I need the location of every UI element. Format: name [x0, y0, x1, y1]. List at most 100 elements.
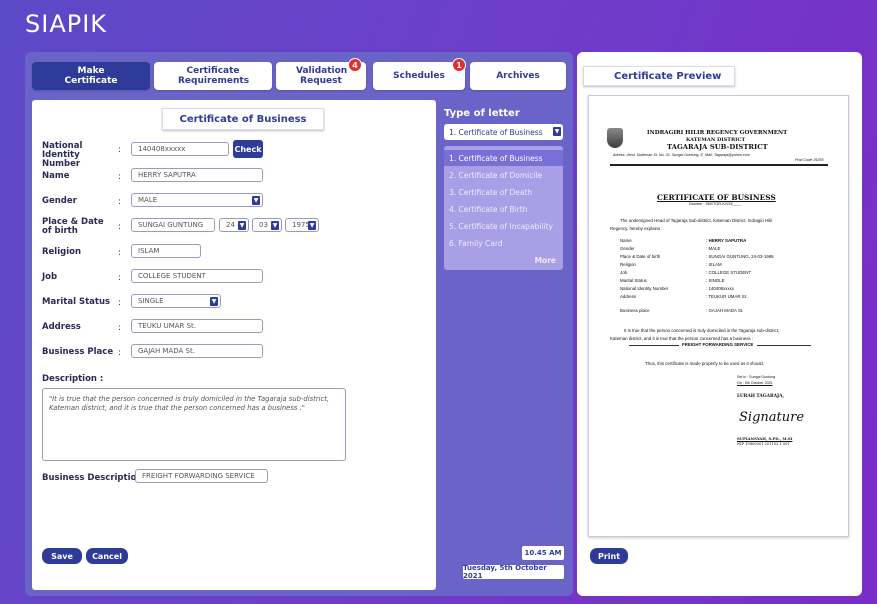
more-link[interactable]: More — [444, 252, 563, 268]
service-line — [629, 345, 679, 346]
national-id-input[interactable]: 140408xxxxx — [131, 142, 229, 156]
religion-input[interactable]: ISLAM — [131, 244, 201, 258]
doc-field-value: : HERRY SAPUTRA — [706, 238, 747, 243]
address-input[interactable]: TEUKU UMAR St. — [131, 319, 263, 333]
chevron-down-icon: ▼ — [210, 297, 218, 306]
doc-field-key: Marital Status — [620, 278, 647, 283]
description-textarea[interactable]: "It is true that the person concerned is… — [42, 388, 346, 461]
job-label: Job — [42, 272, 58, 282]
colon: : — [118, 172, 121, 182]
chevron-down-icon: ▼ — [238, 221, 246, 230]
birth-place-input[interactable]: SUNGAI GUNTUNG — [131, 218, 215, 232]
doc-field-value: : SUNGAI GUNTUNG, 24-03-1995 — [706, 254, 774, 259]
chevron-down-icon: ▼ — [252, 196, 260, 205]
doc-made: Thus, this certificate is made properly … — [645, 361, 765, 366]
doc-intro2: Regency, hereby explains : — [610, 226, 663, 231]
doc-field-value: : MALE — [706, 246, 721, 251]
national-id-label: National Identity Number — [42, 141, 83, 169]
business-place-input[interactable]: GAJAH MADA St. — [131, 344, 263, 358]
doc-subdistrict: TAGARAJA SUB-DISTRICT — [667, 143, 768, 151]
doc-number: Number : 560/TGR-K/VIII/____ — [689, 202, 742, 206]
doc-nip: NIP 19800901 201102 1 001 — [737, 442, 790, 446]
print-button[interactable]: Print — [590, 548, 628, 564]
clock-time: 10.45 AM — [522, 546, 564, 560]
colon: : — [118, 323, 121, 333]
doc-field-value: : SINGLE — [706, 278, 725, 283]
doc-field-value: : 140408xxxxx — [706, 286, 735, 291]
doc-intro: The undersigned Head of Tagaraja Sub-dis… — [620, 218, 773, 223]
preview-title: Certificate Preview — [583, 66, 735, 86]
doc-true2: Kateman district, and it is true that th… — [610, 336, 754, 341]
address-label: Address — [42, 322, 81, 332]
name-input[interactable]: HERRY SAPUTRA — [131, 168, 263, 182]
signature-image: Signature — [739, 410, 805, 425]
letter-option[interactable]: 5. Certificate of Incapability — [444, 218, 563, 234]
doc-field-value: : COLLEGE STUDENT — [706, 270, 752, 275]
birth-day-select[interactable]: 24 ▼ — [219, 218, 249, 232]
tab-certificate-requirements[interactable]: Certificate Requirements — [154, 62, 272, 90]
business-place-label: Business Place — [42, 347, 114, 357]
letter-option[interactable]: 1. Certificate of Business — [444, 150, 563, 166]
doc-postcode: Post Code 29255 — [795, 158, 824, 162]
religion-label: Religion — [42, 247, 82, 257]
colon: : — [118, 222, 121, 232]
doc-official: SUPIANSYAH, S.PD., M.SI — [737, 436, 793, 441]
business-description-input[interactable]: FREIGHT FORWARDING SERVICE — [135, 469, 268, 483]
doc-bplace-key: Business place — [620, 308, 650, 313]
cancel-button[interactable]: Cancel — [86, 548, 128, 564]
doc-gov: INDRAGIRI HILIR REGENCY GOVERNMENT — [647, 130, 788, 136]
doc-field-key: Name — [620, 238, 632, 243]
type-of-letter-title: Type of letter — [444, 108, 520, 119]
marital-label: Marital Status — [42, 297, 111, 307]
doc-field-key: Address — [620, 294, 637, 299]
doc-heading: CERTIFICATE OF BUSINESS — [657, 193, 776, 202]
header-divider — [610, 164, 828, 166]
tab-make-certificate[interactable]: Make Certificate — [32, 62, 150, 90]
save-button[interactable]: Save — [42, 548, 82, 564]
gender-select[interactable]: MALE ▼ — [131, 193, 263, 207]
doc-field-key: Job — [620, 270, 628, 275]
letter-type-select[interactable]: 1. Certificate of Business ▼ — [444, 124, 563, 140]
letter-option[interactable]: 4. Certificate of Birth — [444, 201, 563, 217]
app-logo: SIAPIK — [25, 10, 108, 38]
birth-month-select[interactable]: 03 ▼ — [252, 218, 282, 232]
doc-field-key: Religion — [620, 262, 636, 267]
letter-option[interactable]: 2. Certificate of Domicile — [444, 167, 563, 183]
check-button[interactable]: Check — [233, 140, 263, 158]
tab-archives[interactable]: Archives — [470, 62, 566, 90]
colon: : — [118, 145, 121, 155]
colon: : — [118, 197, 121, 207]
schedules-badge: 1 — [452, 58, 466, 72]
doc-setin: Set in : Sungai Guntung — [737, 375, 776, 379]
letter-type-list: 1. Certificate of Business 2. Certificat… — [444, 146, 563, 270]
doc-field-key: Gender — [620, 246, 635, 251]
gender-label: Gender — [42, 196, 77, 206]
colon: : — [118, 248, 121, 258]
business-description-label: Business Description : — [42, 473, 149, 483]
doc-bplace-value: : GAJAH MADA St. — [706, 308, 744, 313]
crest-icon — [607, 128, 623, 148]
chevron-down-icon: ▼ — [553, 127, 561, 136]
birth-year-select[interactable]: 1975 ▼ — [285, 218, 319, 232]
marital-select[interactable]: SINGLE ▼ — [131, 294, 221, 308]
colon: : — [118, 298, 121, 308]
doc-service: FREIGHT FORWARDING SERVICE — [682, 342, 754, 347]
doc-field-value: : ISLAM — [706, 262, 722, 267]
service-line — [757, 345, 811, 346]
job-input[interactable]: COLLEGE STUDENT — [131, 269, 263, 283]
certificate-document: INDRAGIRI HILIR REGENCY GOVERNMENT KATEM… — [588, 95, 849, 537]
form-title: Certificate of Business — [162, 108, 324, 130]
birth-label: Place & Date of birth — [42, 217, 104, 236]
doc-on: On : 5th October 2021 — [737, 381, 773, 385]
doc-field-key: Place & Date of birth — [620, 254, 661, 259]
colon: : — [118, 273, 121, 283]
colon: : — [118, 348, 121, 358]
chevron-down-icon: ▼ — [271, 221, 279, 230]
name-label: Name — [42, 171, 70, 181]
chevron-down-icon: ▼ — [308, 221, 316, 230]
validation-badge: 4 — [348, 58, 362, 72]
letter-option[interactable]: 3. Certificate of Death — [444, 184, 563, 200]
doc-field-key: National Identity Number — [620, 286, 669, 291]
doc-lurah: LURAH TAGARAJA, — [737, 394, 785, 399]
letter-option[interactable]: 6. Family Card — [444, 235, 563, 251]
